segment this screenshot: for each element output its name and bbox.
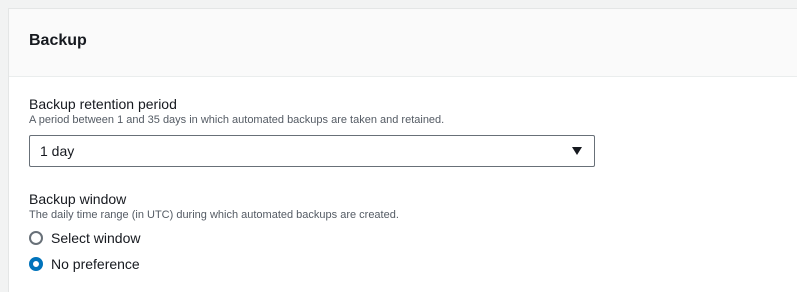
retention-label: Backup retention period (29, 96, 177, 112)
radio-button-unchecked[interactable] (29, 231, 43, 245)
radio-label-no-preference: No preference (51, 256, 140, 272)
radio-label-select-window: Select window (51, 230, 141, 246)
panel-body: Backup retention period A period between… (9, 77, 797, 274)
radio-option-no-preference[interactable]: No preference (29, 254, 797, 274)
caret-down-icon (572, 147, 582, 155)
retention-period-select[interactable]: 1 day (29, 135, 595, 167)
window-label: Backup window (29, 191, 127, 207)
radio-button-checked[interactable] (29, 257, 43, 271)
retention-selected-value: 1 day (40, 143, 75, 159)
window-section: Backup window The daily time range (in U… (29, 191, 797, 274)
panel-title: Backup (29, 31, 87, 49)
window-description: The daily time range (in UTC) during whi… (29, 209, 399, 221)
retention-description: A period between 1 and 35 days in which … (29, 114, 445, 126)
backup-panel: Backup Backup retention period A period … (8, 8, 797, 292)
panel-header: Backup (9, 9, 797, 77)
retention-section: Backup retention period A period between… (29, 96, 797, 167)
radio-option-select-window[interactable]: Select window (29, 228, 797, 248)
